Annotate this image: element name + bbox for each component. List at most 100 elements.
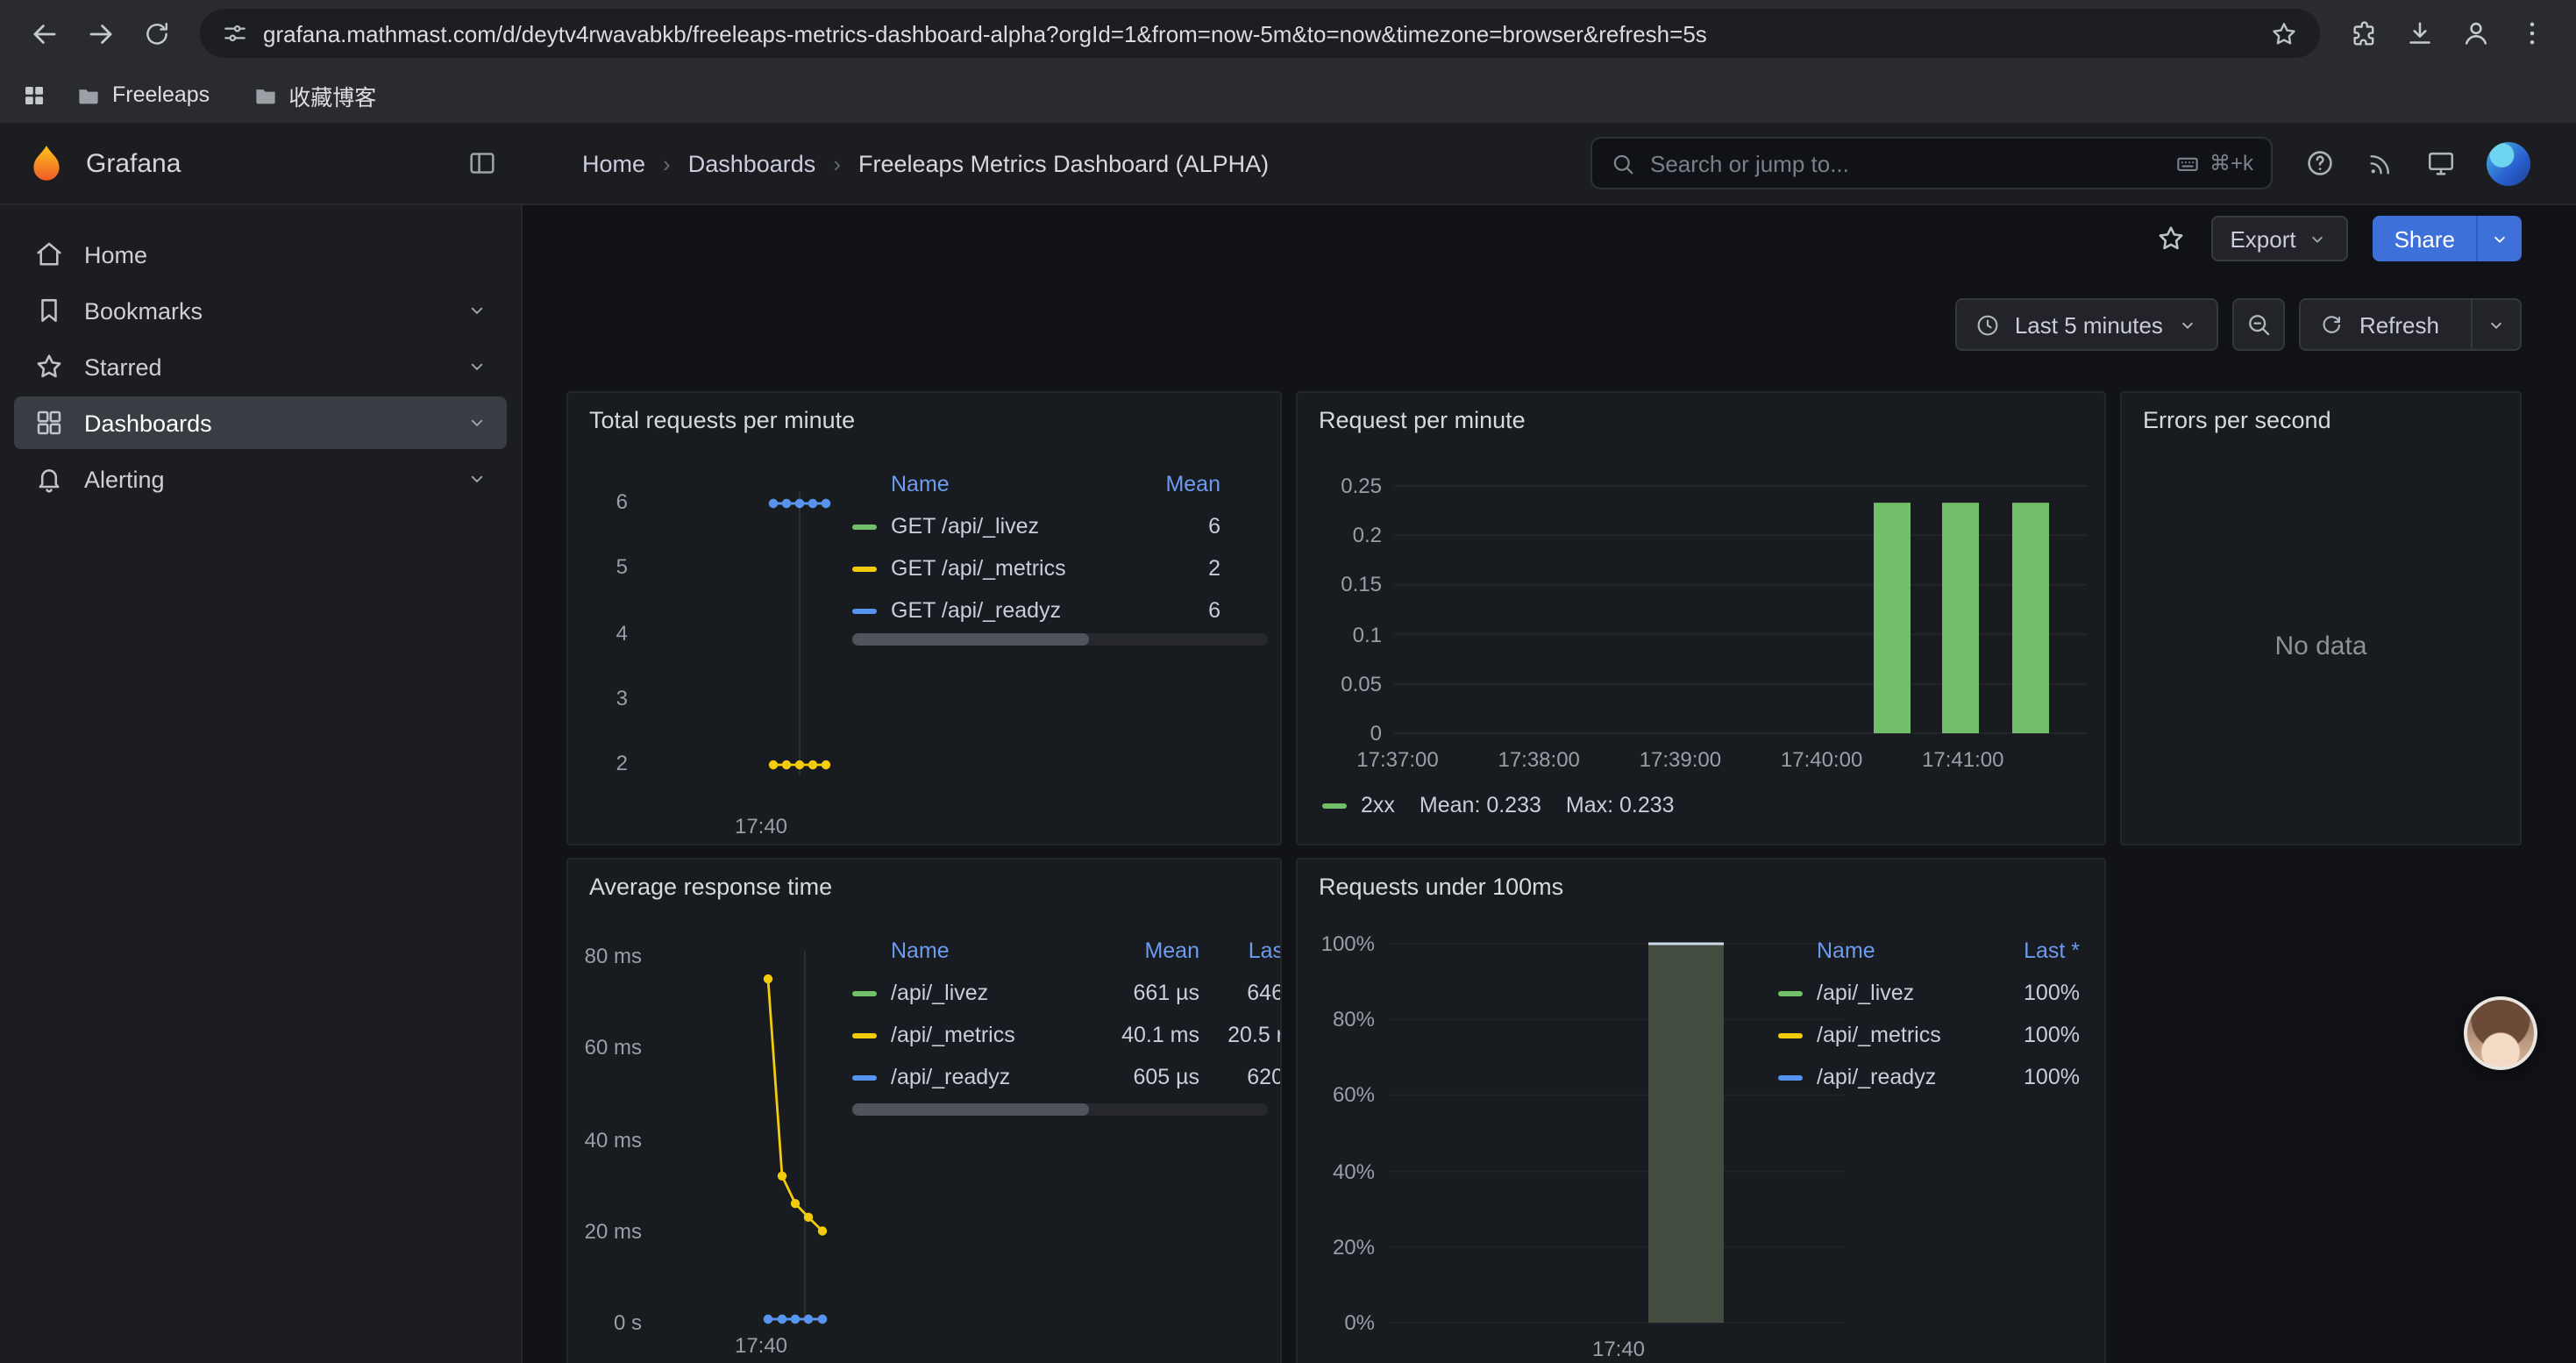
chevron-down-icon[interactable]	[465, 354, 489, 379]
puzzle-icon	[2349, 18, 2379, 48]
axis-tick: 40%	[1301, 1159, 1375, 1183]
breadcrumb-item[interactable]: Dashboards	[688, 150, 816, 176]
axis-tick: 60 ms	[568, 1036, 642, 1060]
display-icon[interactable]	[2425, 147, 2457, 179]
axis-tick: 60%	[1301, 1083, 1375, 1108]
dashboard-actions: Export Share	[2154, 205, 2522, 272]
breadcrumb-item[interactable]: Home	[582, 150, 645, 176]
dashboard-main: Export Share Last 5 minutes	[523, 205, 2576, 1363]
axis-tick: 6	[575, 489, 628, 514]
favorite-star-icon[interactable]	[2154, 223, 2186, 254]
rss-icon[interactable]	[2366, 148, 2395, 178]
panel-title[interactable]: Average response time	[589, 874, 832, 900]
download-icon	[2404, 18, 2436, 49]
chevron-down-icon	[2307, 227, 2330, 250]
browser-toolbar	[0, 0, 2576, 67]
panel-request-per-minute: Request per minute 0.250.20.150.10.05017…	[1296, 391, 2106, 846]
breadcrumb-separator: ›	[663, 150, 671, 176]
legend-item[interactable]: GET /api/_metrics2	[852, 547, 1220, 589]
legend-scrollbar[interactable]	[852, 633, 1268, 646]
header-main: Home›Dashboards›Freeleaps Metrics Dashbo…	[523, 123, 2576, 203]
legend-item[interactable]: /api/_metrics40.1 ms20.5 r	[852, 1014, 1282, 1056]
panel-title[interactable]: Total requests per minute	[589, 407, 855, 433]
time-controls: Last 5 minutes Refresh	[1955, 298, 2522, 351]
axis-tick: 0.05	[1308, 672, 1382, 696]
series-swatch	[1778, 990, 1803, 995]
series-swatch	[852, 524, 877, 529]
legend-item[interactable]: /api/_readyz605 µs620	[852, 1056, 1282, 1098]
reload-button[interactable]	[130, 7, 182, 60]
dock-sidebar-icon[interactable]	[466, 147, 498, 179]
legend-item[interactable]: /api/_metrics100%	[1778, 1014, 2080, 1056]
sidebar-item-starred[interactable]: Starred	[14, 340, 507, 393]
keyboard-icon	[2174, 150, 2201, 176]
breadcrumb-item: Freeleaps Metrics Dashboard (ALPHA)	[858, 150, 1269, 176]
floating-assistant-avatar[interactable]	[2464, 996, 2537, 1070]
sidebar-item-alerting[interactable]: Alerting	[14, 453, 507, 505]
refresh-interval-chevron-icon[interactable]	[2471, 300, 2520, 349]
axis-tick: 17:40	[1566, 1337, 1671, 1361]
back-button[interactable]	[18, 7, 70, 60]
chevron-down-icon[interactable]	[465, 410, 489, 435]
chevron-down-icon	[2177, 313, 2200, 336]
series-swatch	[852, 1032, 877, 1038]
extensions-icon[interactable]	[2338, 7, 2390, 60]
axis-tick: 5	[575, 555, 628, 580]
legend-item[interactable]: /api/_readyz100%	[1778, 1056, 2080, 1098]
time-range-picker[interactable]: Last 5 minutes	[1955, 298, 2219, 351]
chevron-down-icon[interactable]	[465, 298, 489, 323]
panel-title[interactable]: Errors per second	[2143, 407, 2331, 433]
search-box[interactable]: ⌘+k	[1590, 137, 2273, 189]
axis-tick: 17:39:00	[1619, 747, 1741, 772]
share-chevron-down-icon[interactable]	[2476, 216, 2522, 261]
panel-title[interactable]: Request per minute	[1319, 407, 1526, 433]
bookmark-folder-freeleaps[interactable]: Freeleaps	[61, 75, 224, 115]
search-input[interactable]	[1636, 150, 2174, 176]
legend-item[interactable]: 2xx	[1361, 793, 1395, 817]
export-button[interactable]: Export	[2210, 216, 2348, 261]
axis-tick: 80%	[1301, 1007, 1375, 1031]
folder-icon	[75, 82, 102, 108]
legend-item[interactable]: /api/_livez661 µs646	[852, 972, 1282, 1014]
sidebar-item-home[interactable]: Home	[14, 228, 507, 281]
axis-tick: 0.25	[1308, 474, 1382, 498]
grafana-logo[interactable]	[25, 141, 68, 185]
series-swatch	[1322, 803, 1347, 808]
apps-grid-icon[interactable]	[21, 82, 47, 108]
bookmark-folder-favorites[interactable]: 收藏博客	[238, 71, 390, 118]
browser-menu-icon[interactable]	[2506, 7, 2558, 60]
panel-title[interactable]: Requests under 100ms	[1319, 874, 1563, 900]
user-avatar[interactable]	[2487, 141, 2530, 185]
chevron-down-icon[interactable]	[465, 467, 489, 491]
sidebar-item-bookmarks[interactable]: Bookmarks	[14, 284, 507, 337]
refresh-button[interactable]: Refresh	[2300, 298, 2522, 351]
legend-item[interactable]: GET /api/_livez6	[852, 505, 1220, 547]
address-bar[interactable]	[200, 9, 2320, 58]
legend-item[interactable]: GET /api/_readyz6	[852, 589, 1220, 632]
legend-scrollbar[interactable]	[852, 1103, 1268, 1116]
screen: Freeleaps 收藏博客 Grafana Home›Dashboards›F…	[0, 0, 2576, 1363]
no-data-message: No data	[2122, 632, 2520, 661]
kebab-icon	[2516, 18, 2548, 49]
axis-tick: 3	[575, 686, 628, 710]
zoom-out-button[interactable]	[2233, 298, 2286, 351]
panel-total-requests-per-minute: Total requests per minute 6543217:40Name…	[566, 391, 1282, 846]
site-settings-icon[interactable]	[221, 19, 249, 47]
reload-icon	[141, 18, 171, 48]
bookmark-star-icon[interactable]	[2269, 18, 2299, 48]
help-icon[interactable]	[2304, 147, 2336, 179]
sidebar-item-label: Alerting	[84, 466, 165, 492]
legend-item[interactable]: /api/_livez100%	[1778, 972, 2080, 1014]
browser-profile-icon[interactable]	[2450, 7, 2502, 60]
url-input[interactable]	[249, 20, 2269, 46]
share-button[interactable]: Share	[2373, 216, 2522, 261]
downloads-icon[interactable]	[2394, 7, 2446, 60]
sidebar-item-dashboards[interactable]: Dashboards	[14, 396, 507, 449]
series-swatch	[1778, 1074, 1803, 1080]
clock-icon	[1975, 311, 2001, 338]
axis-tick: 17:40	[708, 814, 814, 838]
forward-button[interactable]	[74, 7, 126, 60]
axis-tick: 0.2	[1308, 523, 1382, 547]
axis-tick: 80 ms	[568, 944, 642, 968]
panel-errors-per-second: Errors per second No data	[2120, 391, 2522, 846]
